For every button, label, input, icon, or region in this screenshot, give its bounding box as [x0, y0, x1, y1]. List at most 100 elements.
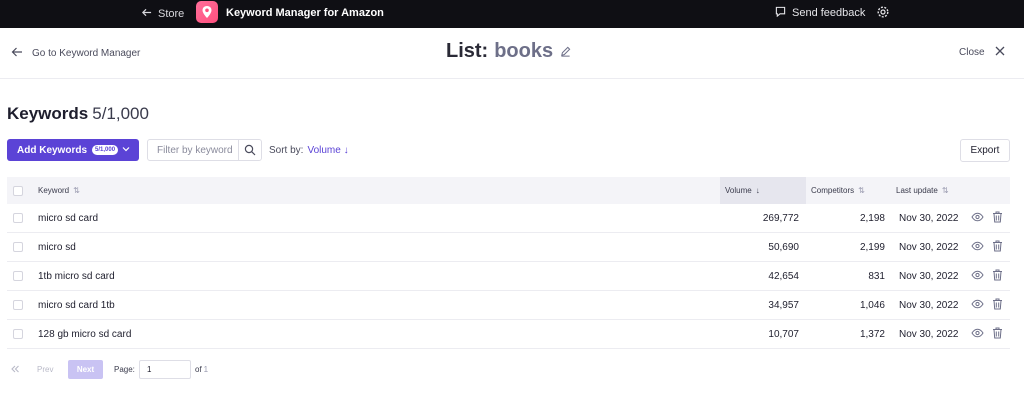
- eye-icon[interactable]: [971, 270, 984, 283]
- row-checkbox[interactable]: [13, 262, 23, 290]
- eye-icon[interactable]: [971, 241, 984, 254]
- close-icon: [995, 46, 1005, 59]
- keyword-cell: micro sd: [38, 241, 76, 253]
- top-bar: Store Keyword Manager for Amazon Send fe…: [0, 0, 1024, 28]
- row-actions: [971, 262, 1003, 290]
- table-row[interactable]: 1tb micro sd card 42,654 831 Nov 30, 202…: [7, 262, 1010, 291]
- trash-icon[interactable]: [992, 269, 1003, 284]
- prev-button[interactable]: Prev: [37, 365, 53, 374]
- last-update-cell: Nov 30, 2022: [899, 299, 959, 311]
- keyword-cell: 128 gb micro sd card: [38, 328, 132, 340]
- competitors-cell: 2,199: [859, 241, 885, 253]
- column-header-keyword[interactable]: Keyword ⇅: [38, 177, 80, 204]
- eye-icon[interactable]: [971, 212, 984, 225]
- row-actions: [971, 204, 1003, 232]
- row-checkbox[interactable]: [13, 204, 23, 232]
- trash-icon[interactable]: [992, 327, 1003, 342]
- table-header: Keyword ⇅ Volume ↓ Competitors ⇅ Last up…: [7, 177, 1010, 204]
- eye-icon[interactable]: [971, 299, 984, 312]
- column-header-last-update[interactable]: Last update ⇅: [896, 177, 949, 204]
- arrow-left-icon: [11, 46, 23, 61]
- column-volume-label: Volume: [725, 186, 752, 195]
- column-header-volume[interactable]: Volume ↓: [725, 177, 760, 204]
- row-actions: [971, 291, 1003, 319]
- filter-field: [147, 139, 262, 161]
- edit-pencil-icon[interactable]: [560, 46, 571, 57]
- store-label: Store: [158, 8, 185, 20]
- trash-icon[interactable]: [992, 298, 1003, 313]
- page-header: Go to Keyword Manager List: books Close: [0, 28, 1024, 79]
- row-checkbox[interactable]: [13, 233, 23, 261]
- add-keywords-badge: 5/1,000: [92, 145, 119, 155]
- sort-icon: ⇅: [941, 186, 949, 195]
- select-all-checkbox[interactable]: [13, 177, 23, 204]
- keywords-heading: Keywords 5/1,000: [7, 104, 149, 124]
- competitors-cell: 1,372: [859, 328, 885, 340]
- app-logo-icon: [196, 1, 218, 23]
- page-number-input[interactable]: [139, 360, 191, 379]
- sort-icon: ⇅: [858, 186, 865, 195]
- filter-input[interactable]: [148, 140, 240, 160]
- send-feedback-button[interactable]: Send feedback: [775, 6, 865, 20]
- volume-cell: 42,654: [768, 270, 799, 282]
- back-to-keyword-manager-link[interactable]: Go to Keyword Manager: [11, 46, 140, 61]
- of-label: of: [195, 365, 202, 374]
- row-checkbox[interactable]: [13, 320, 23, 348]
- last-update-cell: Nov 30, 2022: [899, 212, 959, 224]
- list-prefix: List:: [446, 40, 489, 62]
- row-actions: [971, 320, 1003, 348]
- sort-label: Sort by:: [269, 145, 304, 156]
- column-keyword-label: Keyword: [38, 186, 70, 195]
- trash-icon[interactable]: [992, 211, 1003, 226]
- keyword-cell: micro sd card 1tb: [38, 299, 115, 311]
- column-header-competitors[interactable]: Competitors ⇅: [811, 177, 865, 204]
- eye-icon[interactable]: [971, 328, 984, 341]
- table-row[interactable]: micro sd 50,690 2,199 Nov 30, 2022: [7, 233, 1010, 262]
- volume-cell: 269,772: [762, 212, 799, 224]
- sort-desc-icon: ↓: [755, 186, 760, 195]
- keyword-cell: micro sd card: [38, 212, 99, 224]
- double-chevron-left-icon[interactable]: [10, 364, 20, 376]
- table-row[interactable]: micro sd card 269,772 2,198 Nov 30, 2022: [7, 204, 1010, 233]
- keywords-title: Keywords: [7, 104, 89, 123]
- competitors-cell: 831: [868, 270, 885, 282]
- send-feedback-label: Send feedback: [792, 7, 866, 19]
- trash-icon[interactable]: [992, 240, 1003, 255]
- table-row[interactable]: micro sd card 1tb 34,957 1,046 Nov 30, 2…: [7, 291, 1010, 320]
- store-link[interactable]: Store: [141, 7, 184, 21]
- page-title: List: books: [446, 40, 571, 63]
- add-keywords-label: Add Keywords: [17, 144, 88, 156]
- close-button[interactable]: Close: [959, 46, 1005, 59]
- close-label: Close: [959, 47, 985, 58]
- volume-cell: 10,707: [768, 328, 799, 340]
- page-label: Page:: [114, 365, 135, 374]
- export-button[interactable]: Export: [960, 139, 1010, 162]
- keywords-table: Keyword ⇅ Volume ↓ Competitors ⇅ Last up…: [7, 177, 1010, 349]
- sort-icon: ⇅: [73, 186, 80, 195]
- column-competitors-label: Competitors: [811, 186, 855, 195]
- row-checkbox[interactable]: [13, 291, 23, 319]
- column-last-update-label: Last update: [896, 186, 938, 195]
- chevron-down-icon[interactable]: [121, 144, 131, 157]
- competitors-cell: 2,198: [859, 212, 885, 224]
- add-keywords-button[interactable]: Add Keywords 5/1,000: [7, 139, 139, 161]
- last-update-cell: Nov 30, 2022: [899, 241, 959, 253]
- next-button[interactable]: Next: [68, 360, 103, 379]
- table-row[interactable]: 128 gb micro sd card 10,707 1,372 Nov 30…: [7, 320, 1010, 349]
- competitors-cell: 1,046: [859, 299, 885, 311]
- total-pages: 1: [203, 365, 209, 374]
- table-body: micro sd card 269,772 2,198 Nov 30, 2022…: [7, 204, 1010, 349]
- back-label: Go to Keyword Manager: [32, 48, 141, 59]
- keyword-cell: 1tb micro sd card: [38, 270, 115, 282]
- app-title: Keyword Manager for Amazon: [226, 7, 384, 19]
- search-icon[interactable]: [238, 140, 261, 160]
- volume-cell: 50,690: [768, 241, 799, 253]
- page-of: of 1: [195, 365, 208, 374]
- row-actions: [971, 233, 1003, 261]
- keywords-count: 5/1,000: [92, 104, 149, 123]
- volume-cell: 34,957: [768, 299, 799, 311]
- sort-by-control[interactable]: Sort by: Volume ↓: [269, 145, 349, 156]
- gear-icon[interactable]: [876, 5, 890, 22]
- sort-value[interactable]: Volume ↓: [307, 145, 348, 156]
- arrow-left-icon: [141, 7, 152, 21]
